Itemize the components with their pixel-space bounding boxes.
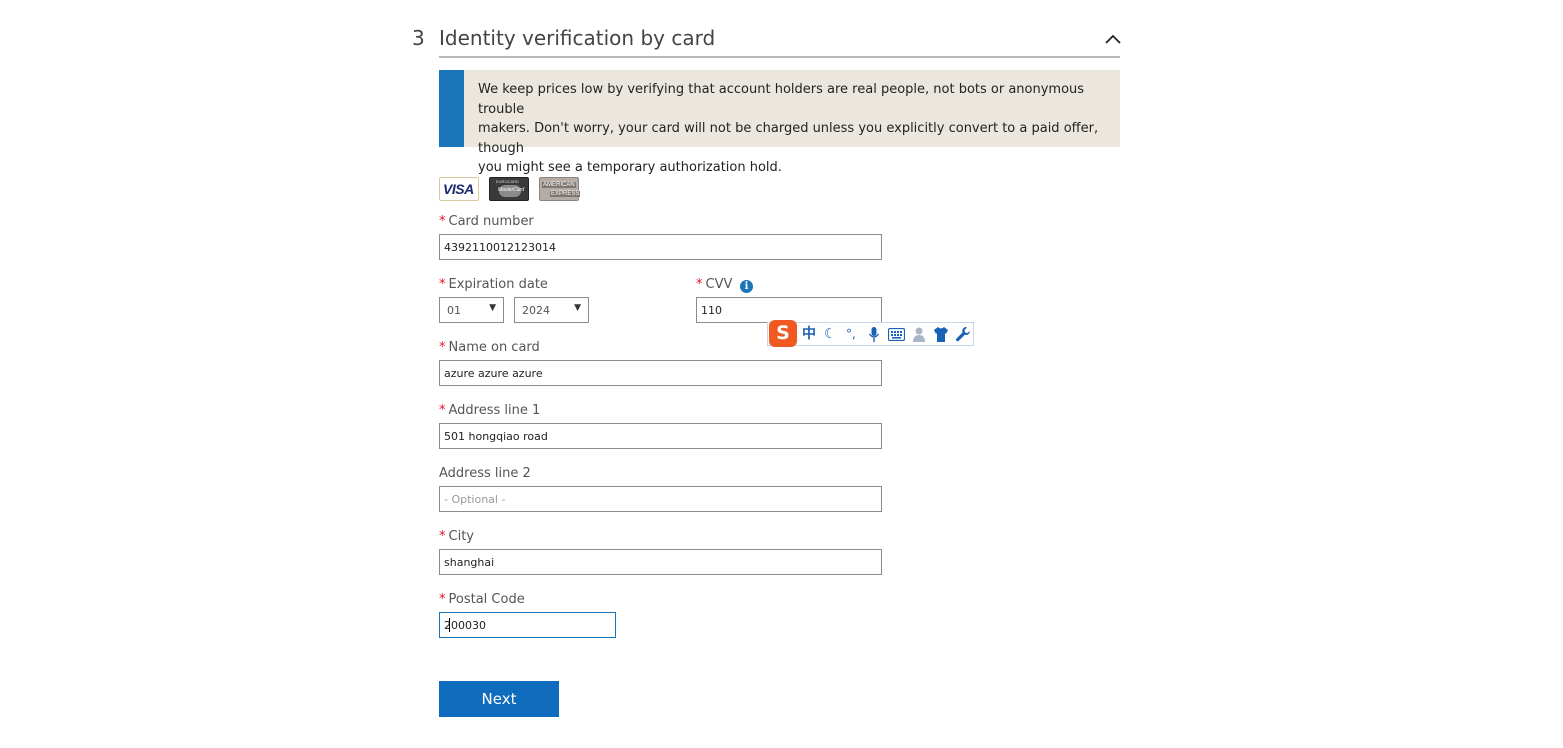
name-on-card-label-text: Name on card <box>448 340 540 355</box>
city-input[interactable] <box>439 549 882 575</box>
required-marker: * <box>439 214 446 229</box>
city-label: * City <box>439 529 474 544</box>
city-label-text: City <box>448 529 474 544</box>
mastercard-logo: EUROCARD MasterCard <box>489 177 529 201</box>
address-line-1-input[interactable] <box>439 423 882 449</box>
dropdown-arrow-icon: ▼ <box>574 303 581 313</box>
address-line-1-label-text: Address line 1 <box>448 403 541 418</box>
moon-icon[interactable]: ☾ <box>824 325 837 343</box>
required-marker: * <box>439 403 446 418</box>
ime-toolbar: S 中 ☾ °, <box>767 320 974 347</box>
dropdown-arrow-icon: ▼ <box>489 303 496 313</box>
punctuation-icon[interactable]: °, <box>846 325 856 343</box>
expiration-date-label: * Expiration date <box>439 277 548 292</box>
visa-logo: VISA <box>439 177 479 201</box>
address-line-2-input[interactable] <box>439 486 882 512</box>
verification-notice: We keep prices low by verifying that acc… <box>439 70 1120 175</box>
required-marker: * <box>439 529 446 544</box>
cvv-label: * CVV <box>696 277 732 292</box>
user-icon[interactable] <box>912 326 928 343</box>
text-cursor <box>449 618 450 632</box>
postal-code-label: * Postal Code <box>439 592 525 607</box>
amex-top-text: AMERICAN <box>542 182 576 188</box>
cvv-label-text: CVV <box>705 277 733 292</box>
notice-line-1: We keep prices low by verifying that acc… <box>478 82 1085 117</box>
notice-line-3: you might see a temporary authorization … <box>478 160 782 175</box>
expiration-month-select[interactable]: 01 ▼ <box>439 297 504 323</box>
required-marker: * <box>439 592 446 607</box>
postal-code-label-text: Postal Code <box>448 592 525 607</box>
address-line-2-label: Address line 2 <box>439 466 531 481</box>
name-on-card-label: * Name on card <box>439 340 540 355</box>
expiration-month-value: 01 <box>447 304 461 317</box>
section-title: Identity verification by card <box>439 26 716 50</box>
chinese-mode-icon[interactable]: 中 <box>802 325 816 343</box>
required-marker: * <box>696 277 703 292</box>
sogou-logo-icon[interactable]: S <box>769 320 797 347</box>
keyboard-icon[interactable] <box>888 328 905 341</box>
address-line-1-label: * Address line 1 <box>439 403 540 418</box>
required-marker: * <box>439 340 446 355</box>
expiration-year-value: 2024 <box>522 304 550 317</box>
mastercard-top-text: EUROCARD <box>496 179 519 184</box>
visa-logo-text: VISA <box>443 181 474 197</box>
required-marker: * <box>439 277 446 292</box>
next-button[interactable]: Next <box>439 681 559 717</box>
microphone-icon[interactable] <box>868 327 880 343</box>
postal-code-input[interactable] <box>439 612 616 638</box>
notice-line-2: makers. Don't worry, your card will not … <box>478 121 1099 156</box>
mastercard-bottom-text: MasterCard <box>498 187 525 193</box>
section-divider <box>439 56 1120 58</box>
shirt-icon[interactable] <box>933 326 949 343</box>
name-on-card-input[interactable] <box>439 360 882 386</box>
card-number-label: * Card number <box>439 214 534 229</box>
wrench-icon[interactable] <box>955 326 971 343</box>
chevron-up-icon[interactable] <box>1102 28 1124 50</box>
card-number-label-text: Card number <box>448 214 534 229</box>
notice-accent-bar <box>439 70 464 147</box>
notice-text: We keep prices low by verifying that acc… <box>478 80 1113 178</box>
expiration-year-select[interactable]: 2024 ▼ <box>514 297 589 323</box>
info-icon[interactable]: i <box>740 280 753 293</box>
expiration-date-label-text: Expiration date <box>448 277 548 292</box>
card-number-input[interactable] <box>439 234 882 260</box>
section-number: 3 <box>412 26 425 50</box>
amex-bottom-text: EXPRESS <box>550 191 581 197</box>
amex-logo: AMERICAN EXPRESS <box>539 177 581 201</box>
